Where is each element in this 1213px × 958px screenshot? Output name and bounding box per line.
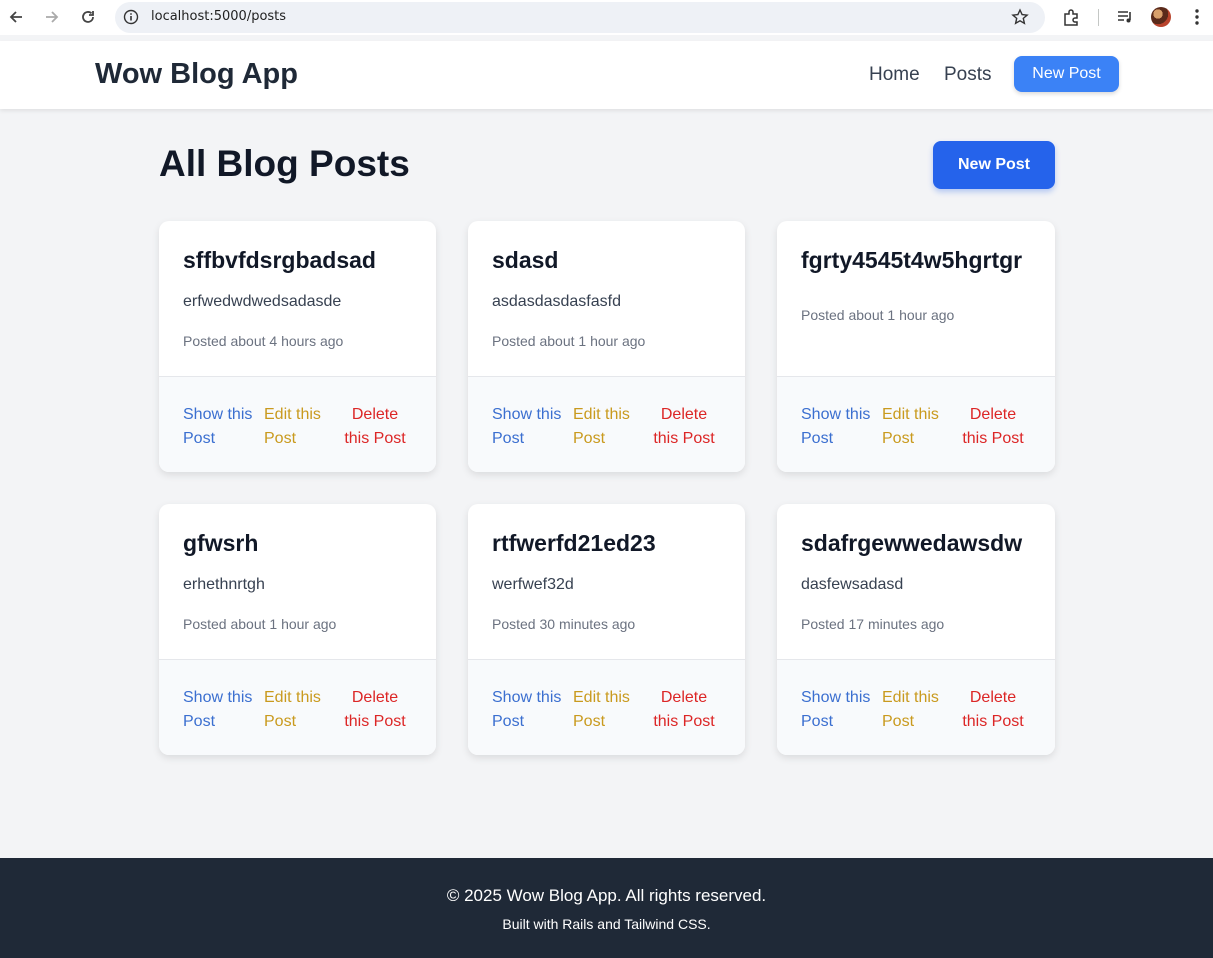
post-card-body: sdasd asdasdasdasfasfd Posted about 1 ho… [468, 221, 745, 376]
delete-post-link[interactable]: Delete this Post [342, 686, 408, 734]
post-timestamp: Posted 30 minutes ago [492, 616, 636, 632]
post-title: sffbvfdsrgbadsad [183, 247, 376, 273]
media-icon[interactable] [1115, 7, 1135, 27]
show-post-link[interactable]: Show this Post [183, 403, 263, 451]
post-title: fgrty4545t4w5hgrtgr [801, 247, 1023, 273]
edit-post-link[interactable]: Edit this Post [264, 686, 344, 734]
post-card: gfwsrh erhethnrtgh Posted about 1 hour a… [159, 504, 436, 755]
delete-post-link[interactable]: Delete this Post [651, 403, 717, 451]
info-icon[interactable] [121, 7, 141, 27]
post-title: sdafrgewwedawsdw [801, 530, 1023, 556]
edit-post-link[interactable]: Edit this Post [573, 686, 653, 734]
post-card: rtfwerfd21ed23 werfwef32d Posted 30 minu… [468, 504, 745, 755]
post-actions: Show this Post Edit this Post Delete thi… [159, 659, 436, 755]
delete-post-link[interactable]: Delete this Post [342, 403, 408, 451]
post-timestamp: Posted about 1 hour ago [492, 333, 646, 349]
menu-icon[interactable] [1187, 7, 1207, 27]
show-post-link[interactable]: Show this Post [492, 403, 572, 451]
edit-post-link[interactable]: Edit this Post [264, 403, 344, 451]
post-card: sdafrgewwedawsdw dasfewsadasd Posted 17 … [777, 504, 1055, 755]
edit-post-link[interactable]: Edit this Post [573, 403, 653, 451]
post-title: gfwsrh [183, 530, 259, 556]
post-timestamp: Posted about 1 hour ago [801, 307, 955, 323]
url-text: localhost:5000/posts [151, 9, 287, 24]
show-post-link[interactable]: Show this Post [492, 686, 572, 734]
back-icon[interactable] [5, 6, 27, 28]
post-body: erfwedwdwedsadasde [183, 293, 342, 310]
address-bar[interactable]: localhost:5000/posts [115, 2, 1045, 33]
post-body: erhethnrtgh [183, 576, 265, 593]
header-new-post-button[interactable]: New Post [1014, 56, 1119, 92]
avatar[interactable] [1151, 7, 1171, 27]
browser-toolbar: localhost:5000/posts [0, 0, 1213, 35]
reload-icon[interactable] [77, 6, 99, 28]
forward-icon[interactable] [41, 6, 63, 28]
show-post-link[interactable]: Show this Post [183, 686, 263, 734]
post-card: sdasd asdasdasdasfasfd Posted about 1 ho… [468, 221, 745, 472]
star-icon[interactable] [1010, 7, 1030, 27]
toolbar-divider [1098, 9, 1099, 26]
delete-post-link[interactable]: Delete this Post [651, 686, 717, 734]
post-actions: Show this Post Edit this Post Delete thi… [468, 659, 745, 755]
post-card-body: gfwsrh erhethnrtgh Posted about 1 hour a… [159, 504, 436, 659]
app-header: Wow Blog App Home Posts New Post [0, 41, 1213, 109]
post-title: rtfwerfd21ed23 [492, 530, 656, 556]
edit-post-link[interactable]: Edit this Post [882, 403, 962, 451]
post-actions: Show this Post Edit this Post Delete thi… [777, 659, 1055, 755]
posts-grid: sffbvfdsrgbadsad erfwedwdwedsadasde Post… [159, 221, 1055, 755]
post-card: sffbvfdsrgbadsad erfwedwdwedsadasde Post… [159, 221, 436, 472]
extensions-icon[interactable] [1061, 7, 1081, 27]
site-footer: © 2025 Wow Blog App. All rights reserved… [0, 858, 1213, 958]
post-timestamp: Posted about 1 hour ago [183, 616, 337, 632]
post-card-body: fgrty4545t4w5hgrtgr Posted about 1 hour … [777, 221, 1055, 376]
delete-post-link[interactable]: Delete this Post [960, 403, 1026, 451]
footer-built-with: Built with Rails and Tailwind CSS. [502, 916, 711, 932]
edit-post-link[interactable]: Edit this Post [882, 686, 962, 734]
post-actions: Show this Post Edit this Post Delete thi… [777, 376, 1055, 472]
post-card-body: sffbvfdsrgbadsad erfwedwdwedsadasde Post… [159, 221, 436, 376]
show-post-link[interactable]: Show this Post [801, 403, 881, 451]
brand-logo[interactable]: Wow Blog App [95, 58, 298, 91]
nav-home[interactable]: Home [869, 64, 920, 86]
post-card: fgrty4545t4w5hgrtgr Posted about 1 hour … [777, 221, 1055, 472]
post-timestamp: Posted about 4 hours ago [183, 333, 344, 349]
delete-post-link[interactable]: Delete this Post [960, 686, 1026, 734]
page-title: All Blog Posts [159, 143, 410, 184]
nav-posts[interactable]: Posts [944, 64, 992, 86]
footer-copyright: © 2025 Wow Blog App. All rights reserved… [446, 886, 767, 905]
post-timestamp: Posted 17 minutes ago [801, 616, 945, 632]
new-post-button[interactable]: New Post [933, 141, 1055, 189]
post-body: dasfewsadasd [801, 576, 904, 593]
post-body: werfwef32d [492, 576, 574, 593]
post-actions: Show this Post Edit this Post Delete thi… [468, 376, 745, 472]
post-body: asdasdasdasfasfd [492, 293, 621, 310]
show-post-link[interactable]: Show this Post [801, 686, 881, 734]
post-title: sdasd [492, 247, 559, 273]
post-card-body: sdafrgewwedawsdw dasfewsadasd Posted 17 … [777, 504, 1055, 659]
post-actions: Show this Post Edit this Post Delete thi… [159, 376, 436, 472]
post-card-body: rtfwerfd21ed23 werfwef32d Posted 30 minu… [468, 504, 745, 659]
